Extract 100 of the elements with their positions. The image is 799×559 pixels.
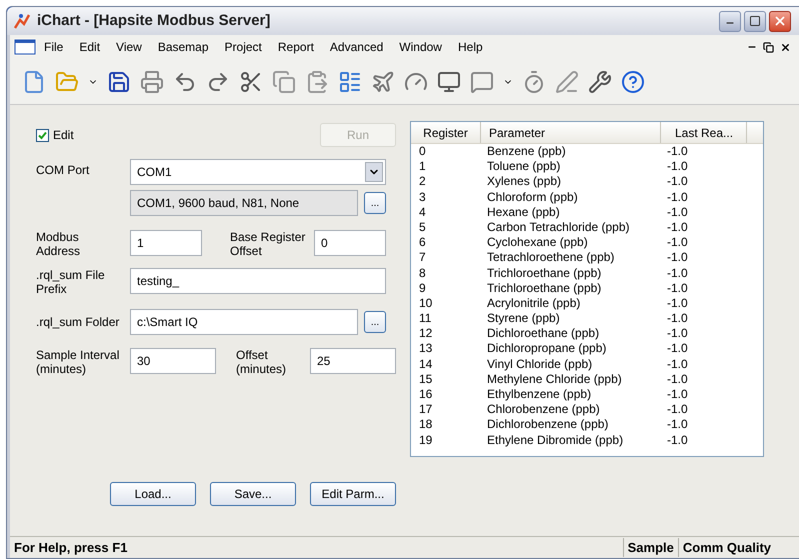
maximize-button[interactable] [744, 10, 766, 32]
list-icon[interactable] [338, 70, 362, 94]
base-register-offset-field[interactable]: 0 [314, 230, 386, 256]
message-icon[interactable] [470, 70, 494, 94]
help-icon[interactable] [621, 70, 645, 94]
table-cell-text: 3 [418, 190, 427, 205]
table-cell-text: 13 [418, 341, 434, 357]
table-cell-text: Carbon Tetrachloride (ppb) [486, 220, 631, 236]
folder-field[interactable]: c:\Smart IQ [130, 309, 358, 335]
table-cell-text: Dichloropropane (ppb) [486, 341, 608, 357]
table-cell-text: -1.0 [666, 235, 689, 250]
status-panel: Comm Quality [678, 538, 775, 558]
table-cell-text: Cyclohexane (ppb) [486, 235, 589, 250]
document-icon [14, 39, 36, 55]
table-cell-text: 8 [418, 266, 427, 281]
field-label: .rql_sum File Prefix [36, 268, 106, 296]
table-cell-text: -1.0 [666, 417, 689, 433]
table-cell-text: Hexane (ppb) [486, 204, 561, 220]
table-cell-text: Trichloroethane (ppb) [486, 280, 602, 296]
menu-item[interactable]: Report [270, 38, 322, 56]
table-cell-text: 10 [418, 296, 434, 312]
save-icon[interactable] [107, 70, 131, 94]
field-label: Base Register Offset [230, 230, 306, 258]
edit-checkbox[interactable] [36, 128, 49, 142]
table-cell-text: 0 [418, 144, 427, 160]
table-cell-text: Tetrachloroethene (ppb) [486, 250, 616, 266]
table-cell-text: -1.0 [666, 144, 689, 160]
chart-logo-icon [13, 12, 31, 30]
table-cell-text: 6 [418, 235, 427, 250]
close-icon [773, 14, 787, 28]
table-cell-text: Toluene (ppb) [486, 159, 562, 174]
table-cell-text: Xylenes (ppb) [486, 174, 562, 190]
table-cell-text: 17 [418, 402, 434, 418]
dropdown-button[interactable] [365, 162, 383, 182]
menu-item[interactable]: Basemap [150, 38, 217, 56]
menu-item[interactable]: View [108, 38, 150, 56]
table-cell-text: -1.0 [666, 311, 689, 326]
offset-field[interactable]: 25 [310, 348, 396, 374]
table-cell-text: -1.0 [666, 190, 689, 205]
file-prefix-field[interactable]: testing_ [130, 268, 386, 294]
table-cell-text: Vinyl Chloride (ppb) [486, 356, 594, 372]
form-button[interactable]: Save... [210, 482, 296, 506]
table-cell-text: 19 [418, 432, 434, 448]
field-label: .rql_sum Folder [36, 315, 120, 329]
scissors-icon[interactable] [239, 70, 263, 94]
table-cell-text: Methylene Chloride (ppb) [486, 372, 623, 387]
table-cell-text: -1.0 [666, 266, 689, 281]
menu-item[interactable]: Help [450, 38, 491, 56]
wrench-icon[interactable] [588, 70, 612, 94]
table-cell-text: 5 [418, 220, 427, 236]
sample-interval-field[interactable]: 30 [130, 348, 216, 374]
status-panel: Sample [622, 538, 678, 558]
table-cell-text: 15 [418, 372, 434, 387]
form-button[interactable]: Load... [110, 482, 196, 506]
table-cell-text: 14 [418, 356, 434, 372]
table-cell-text: -1.0 [666, 372, 689, 387]
table-cell-text: -1.0 [666, 159, 689, 174]
table-cell-text: 16 [418, 387, 434, 402]
menu-item[interactable]: Window [391, 38, 450, 56]
mdi-close-icon[interactable] [780, 42, 791, 52]
maximize-icon [749, 15, 761, 27]
checkbox-label: Edit [53, 128, 74, 142]
menu-item[interactable]: Edit [71, 38, 108, 56]
table-cell-text: Dichlorobenzene (ppb) [486, 417, 610, 433]
port-settings-field[interactable]: COM1, 9600 baud, N81, None [130, 190, 358, 216]
table-cell-text: Benzene (ppb) [486, 144, 567, 160]
table-cell-text: 11 [418, 311, 432, 326]
plane-icon[interactable] [371, 70, 395, 94]
mdi-restore-icon[interactable] [763, 42, 774, 52]
printer-icon[interactable] [140, 70, 164, 94]
column-header[interactable]: Last Rea... [661, 122, 747, 143]
table-cell-text: -1.0 [666, 174, 689, 190]
monitor-icon[interactable] [437, 70, 461, 94]
com-port-dropdown[interactable]: COM1 [130, 159, 386, 185]
new-file-icon[interactable] [22, 70, 46, 94]
browse-button[interactable]: ... [364, 192, 386, 214]
table-cell-text: Chlorobenzene (ppb) [486, 402, 601, 418]
table-cell-text: -1.0 [666, 280, 689, 296]
timer-icon[interactable] [522, 70, 546, 94]
table-cell-text: 12 [418, 326, 434, 342]
menu-item[interactable]: Advanced [322, 38, 392, 56]
table-cell-text: Trichloroethane (ppb) [486, 266, 602, 281]
modbus-address-field[interactable]: 1 [130, 230, 202, 256]
table-cell-text: -1.0 [666, 250, 689, 266]
table-cell-text: Chloroform (ppb) [486, 190, 579, 205]
table-cell-text: -1.0 [666, 204, 689, 220]
check-icon [38, 130, 47, 140]
column-header[interactable]: Parameter [481, 122, 661, 143]
menu-item[interactable]: File [36, 38, 72, 56]
field-label: Sample Interval (minutes) [36, 348, 120, 376]
form-button[interactable]: Edit Parm... [310, 482, 396, 506]
table-cell-text: Ethylbenzene (ppb) [486, 387, 592, 402]
column-header[interactable]: Register [411, 122, 481, 143]
table-cell-text: -1.0 [666, 402, 689, 418]
table-cell-text: -1.0 [666, 387, 689, 402]
close-button[interactable] [769, 10, 791, 32]
table-cell-text: 4 [418, 204, 427, 220]
table-cell-text: 18 [418, 417, 434, 433]
browse-button[interactable]: ... [364, 311, 386, 333]
menu-item[interactable]: Project [216, 38, 270, 56]
